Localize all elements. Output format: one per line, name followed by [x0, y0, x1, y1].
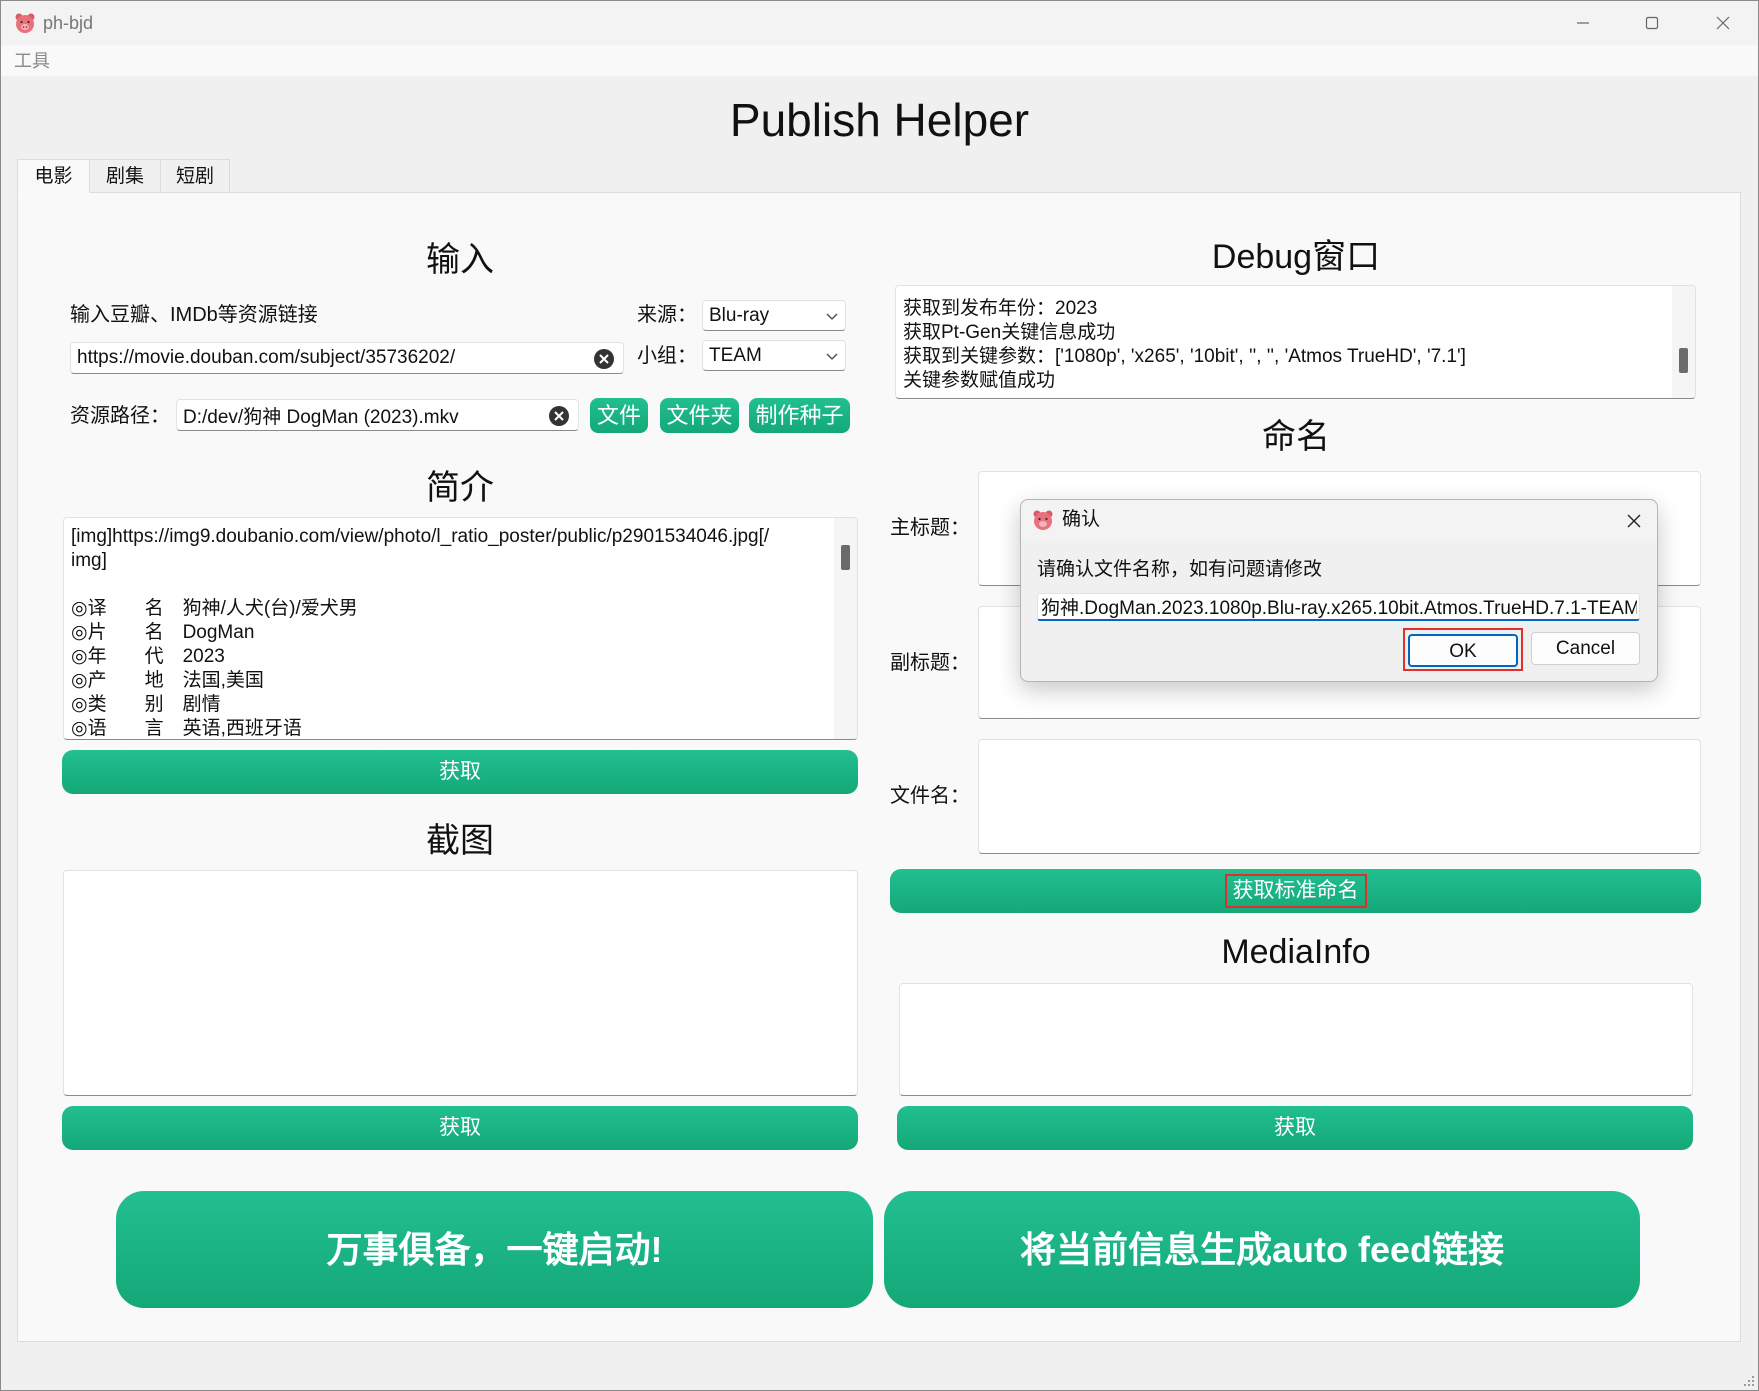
dialog-message: 请确认文件名称，如有问题请修改 — [1037, 559, 1323, 580]
dialog-filename-box — [1037, 593, 1640, 621]
ok-button[interactable]: OK — [1408, 634, 1518, 667]
scrollbar-thumb[interactable] — [1679, 348, 1688, 373]
app-title: Publish Helper — [729, 94, 1030, 146]
chevron-down-icon — [826, 313, 838, 320]
menu-bar: 工具 — [1, 45, 1758, 76]
link-label: 输入豆瓣、IMDb等资源链接 — [70, 304, 318, 326]
intro-line: ◎译 名 狗神/人犬(台)/爱犬男 — [71, 598, 358, 619]
debug-scrollbar[interactable] — [1672, 286, 1695, 398]
clear-icon[interactable] — [593, 348, 615, 370]
subtitle-label: 副标题： — [890, 652, 970, 674]
intro-line: [img]https://img9.doubanio.com/view/phot… — [71, 526, 770, 547]
source-label: 来源： — [637, 304, 697, 326]
one-click-launch-button[interactable]: 万事俱备，一键启动! — [116, 1191, 873, 1308]
debug-line: 获取到发布年份：2023 — [903, 298, 1098, 319]
path-label: 资源路径： — [70, 405, 170, 427]
tab-movie[interactable]: 电影 — [17, 159, 90, 193]
scrollbar-thumb[interactable] — [841, 545, 850, 570]
menu-tools[interactable]: 工具 — [14, 49, 50, 73]
pig-icon — [14, 12, 36, 34]
window-title: ph-bjd — [43, 13, 94, 33]
intro-line: ◎产 地 法国,美国 — [71, 670, 264, 691]
intro-heading: 简介 — [426, 469, 494, 507]
dialog-title-bar: 确认 — [1021, 500, 1657, 541]
debug-textarea[interactable]: 获取到发布年份：2023 获取Pt-Gen关键信息成功 获取到关键参数：['10… — [895, 285, 1696, 399]
fetch-screenshot-button[interactable]: 获取 — [62, 1106, 858, 1150]
cancel-button[interactable]: Cancel — [1531, 632, 1640, 665]
tab-short-drama[interactable]: 短剧 — [160, 159, 230, 193]
mediainfo-heading: MediaInfo — [1221, 933, 1371, 971]
fetch-mediainfo-button[interactable]: 获取 — [897, 1106, 1693, 1150]
intro-text: [img]https://img9.doubanio.com/view/phot… — [71, 525, 827, 739]
main-title-label: 主标题： — [890, 517, 970, 539]
intro-line — [71, 573, 827, 597]
intro-textarea[interactable]: [img]https://img9.doubanio.com/view/phot… — [63, 517, 858, 740]
filename-label: 文件名： — [890, 785, 970, 807]
path-input-box — [176, 399, 579, 431]
get-standard-name-button[interactable]: 获取标准命名 — [890, 869, 1701, 913]
group-label: 小组： — [637, 345, 697, 367]
dialog-filename-input[interactable] — [1041, 594, 1637, 619]
auto-feed-link-button[interactable]: 将当前信息生成auto feed链接 — [884, 1191, 1640, 1308]
mediainfo-textarea[interactable] — [899, 983, 1693, 1096]
intro-line: ◎片 名 DogMan — [71, 622, 255, 643]
file-button[interactable]: 文件 — [590, 398, 648, 433]
link-input[interactable] — [77, 343, 577, 373]
source-select[interactable]: Blu-ray — [702, 300, 846, 331]
intro-line: ◎语 言 英语,西班牙语 — [71, 718, 302, 739]
maximize-icon — [1645, 16, 1659, 30]
link-input-box — [70, 342, 624, 374]
dialog-close-button[interactable] — [1619, 506, 1649, 536]
get-standard-name-label: 获取标准命名 — [1224, 874, 1367, 908]
source-select-value: Blu-ray — [709, 305, 770, 326]
dialog-title: 确认 — [1062, 509, 1101, 530]
debug-line: 关键参数赋值成功 — [903, 370, 1056, 391]
screenshot-textarea[interactable] — [63, 870, 858, 1096]
folder-button[interactable]: 文件夹 — [660, 398, 739, 433]
close-icon — [1627, 514, 1641, 528]
close-icon — [1716, 16, 1730, 30]
intro-line: img] — [71, 550, 107, 571]
ok-highlight: OK — [1403, 628, 1523, 671]
input-heading: 输入 — [426, 241, 494, 279]
confirm-dialog: 确认 请确认文件名称，如有问题请修改 OK Cancel — [1020, 499, 1658, 682]
debug-line: 获取Pt-Gen关键信息成功 — [903, 322, 1116, 343]
tab-series[interactable]: 剧集 — [89, 159, 161, 193]
group-select-value: TEAM — [709, 345, 762, 366]
clear-icon[interactable] — [548, 405, 570, 427]
close-window-button[interactable] — [1691, 1, 1755, 45]
size-grip-icon[interactable] — [1740, 1372, 1756, 1388]
pig-icon — [1032, 509, 1054, 531]
filename-textarea[interactable] — [978, 739, 1701, 854]
naming-heading: 命名 — [1262, 418, 1330, 456]
fetch-intro-button[interactable]: 获取 — [62, 750, 858, 794]
group-select[interactable]: TEAM — [702, 340, 846, 371]
debug-line: 获取到关键参数：['1080p', 'x265', '10bit', '', '… — [903, 346, 1466, 367]
debug-heading: Debug窗口 — [1211, 238, 1381, 276]
title-bar: ph-bjd — [1, 1, 1758, 45]
chevron-down-icon — [826, 353, 838, 360]
intro-line: ◎年 代 2023 — [71, 646, 225, 667]
intro-scrollbar[interactable] — [834, 518, 857, 739]
debug-text: 获取到发布年份：2023 获取Pt-Gen关键信息成功 获取到关键参数：['10… — [903, 297, 1665, 393]
screenshot-heading: 截图 — [426, 822, 494, 860]
make-torrent-button[interactable]: 制作种子 — [749, 398, 850, 433]
minimize-button[interactable] — [1551, 1, 1615, 45]
maximize-button[interactable] — [1620, 1, 1684, 45]
path-input[interactable] — [183, 400, 533, 430]
intro-line: ◎类 别 剧情 — [71, 694, 221, 715]
minimize-icon — [1577, 22, 1589, 24]
